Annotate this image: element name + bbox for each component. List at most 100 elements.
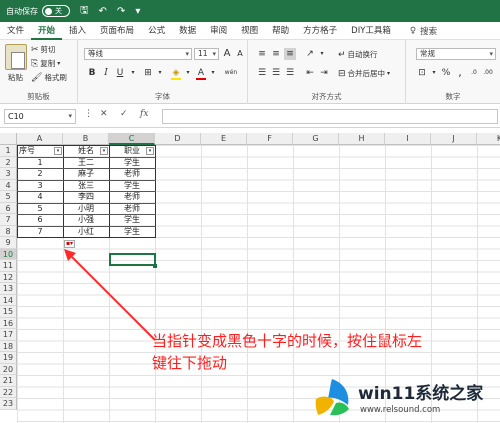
italic-button[interactable]: I bbox=[100, 67, 112, 79]
row-header-2[interactable]: 2 bbox=[0, 156, 17, 168]
increase-font-button[interactable]: A bbox=[221, 48, 233, 60]
column-header-b[interactable]: B bbox=[63, 133, 109, 145]
autosave-toggle[interactable]: 关 bbox=[42, 5, 70, 17]
tab-formulas[interactable]: 公式 bbox=[141, 22, 172, 40]
copy-button[interactable]: ⎘ 复制 ▾ bbox=[31, 58, 60, 69]
name-box[interactable]: C10 ▾ bbox=[4, 109, 76, 124]
row-header-15[interactable]: 15 bbox=[0, 306, 17, 318]
save-icon[interactable]: 🖫 bbox=[80, 3, 89, 20]
row-header-6[interactable]: 6 bbox=[0, 202, 17, 214]
paste-button[interactable]: 粘贴 bbox=[8, 72, 23, 83]
tab-review[interactable]: 审阅 bbox=[203, 22, 234, 40]
wrap-text-button[interactable]: ↵ 自动换行 bbox=[338, 49, 378, 60]
row-header-16[interactable]: 16 bbox=[0, 317, 17, 329]
row-header-20[interactable]: 20 bbox=[0, 363, 17, 375]
column-header-j[interactable]: J bbox=[431, 133, 477, 145]
undo-icon[interactable]: ↶ bbox=[99, 6, 107, 17]
column-header-a[interactable]: A bbox=[17, 133, 63, 145]
row-header-3[interactable]: 3 bbox=[0, 168, 17, 180]
format-painter-button[interactable]: 🖌 格式刷 bbox=[31, 72, 67, 83]
align-middle-button[interactable]: ≡ bbox=[270, 48, 282, 60]
column-header-h[interactable]: H bbox=[339, 133, 385, 145]
orientation-button[interactable]: ↗ bbox=[304, 48, 316, 60]
row-header-11[interactable]: 11 bbox=[0, 260, 17, 272]
paste-icon[interactable] bbox=[5, 44, 27, 70]
row-header-18[interactable]: 18 bbox=[0, 340, 17, 352]
underline-dropdown[interactable]: ▾ bbox=[127, 67, 139, 79]
row-header-1[interactable]: 1 bbox=[0, 145, 17, 157]
row-header-9[interactable]: 9 bbox=[0, 237, 17, 249]
row-header-14[interactable]: 14 bbox=[0, 294, 17, 306]
cut-button[interactable]: ✂ 剪切 bbox=[31, 44, 56, 55]
enter-icon[interactable]: ✓ bbox=[120, 109, 128, 119]
row-header-8[interactable]: 8 bbox=[0, 225, 17, 237]
column-header-g[interactable]: G bbox=[293, 133, 339, 145]
phonetic-button[interactable]: wén bbox=[222, 67, 240, 79]
row-header-5[interactable]: 5 bbox=[0, 191, 17, 203]
accounting-dropdown[interactable]: ▾ bbox=[428, 67, 440, 79]
align-top-button[interactable]: ≡ bbox=[256, 48, 268, 60]
increase-indent-button[interactable]: ⇥ bbox=[318, 67, 330, 79]
tell-me-search[interactable]: ♀ 搜索 bbox=[410, 25, 437, 37]
tab-fangfang[interactable]: 方方格子 bbox=[296, 22, 344, 40]
bold-button[interactable]: B bbox=[86, 67, 98, 79]
formula-input[interactable] bbox=[162, 109, 498, 124]
font-size-dropdown[interactable]: 11 ▾ bbox=[194, 48, 219, 60]
row-header-4[interactable]: 4 bbox=[0, 179, 17, 191]
tab-data[interactable]: 数据 bbox=[172, 22, 203, 40]
row-header-23[interactable]: 23 bbox=[0, 398, 17, 410]
font-name-dropdown[interactable]: 等线 ▾ bbox=[84, 48, 192, 60]
redo-icon[interactable]: ↷ bbox=[117, 6, 125, 17]
decrease-font-button[interactable]: A bbox=[234, 48, 246, 60]
tab-home[interactable]: 开始 bbox=[31, 22, 63, 40]
tab-file[interactable]: 文件 bbox=[0, 22, 31, 40]
align-center-button[interactable]: ☰ bbox=[270, 67, 282, 79]
decrease-decimal-button[interactable]: .00 bbox=[482, 67, 494, 79]
tab-diy-toolbox[interactable]: DIY工具箱 bbox=[344, 22, 398, 40]
fill-color-dropdown[interactable]: ▾ bbox=[182, 67, 194, 79]
quick-access-dropdown-icon[interactable]: ▾ bbox=[135, 6, 140, 17]
tab-help[interactable]: 帮助 bbox=[265, 22, 296, 40]
percent-button[interactable]: % bbox=[440, 67, 452, 79]
column-header-f[interactable]: F bbox=[247, 133, 293, 145]
font-name-value: 等线 bbox=[88, 49, 103, 58]
row-header-22[interactable]: 22 bbox=[0, 386, 17, 398]
row-header-12[interactable]: 12 bbox=[0, 271, 17, 283]
tab-page-layout[interactable]: 页面布局 bbox=[93, 22, 141, 40]
column-header-e[interactable]: E bbox=[201, 133, 247, 145]
number-format-dropdown[interactable]: 常规 ▾ bbox=[416, 48, 496, 60]
align-left-button[interactable]: ☰ bbox=[256, 67, 268, 79]
decrease-indent-button[interactable]: ⇤ bbox=[304, 67, 316, 79]
orientation-dropdown[interactable]: ▾ bbox=[316, 48, 328, 60]
decrease-decimal-icon: .00 bbox=[483, 69, 493, 76]
row-header-19[interactable]: 19 bbox=[0, 352, 17, 364]
accounting-format-button[interactable]: ⊡ bbox=[416, 67, 428, 79]
column-header-c[interactable]: C bbox=[109, 133, 155, 145]
font-color-dropdown[interactable]: ▾ bbox=[207, 67, 219, 79]
filter-dropdown-a[interactable]: ▾ bbox=[54, 147, 62, 155]
align-right-button[interactable]: ☰ bbox=[284, 67, 296, 79]
row-header-7[interactable]: 7 bbox=[0, 214, 17, 226]
font-color-swatch bbox=[196, 78, 206, 80]
tab-view[interactable]: 视图 bbox=[234, 22, 265, 40]
increase-decimal-button[interactable]: .0 bbox=[468, 67, 480, 79]
column-header-k[interactable]: K bbox=[477, 133, 500, 145]
row-header-21[interactable]: 21 bbox=[0, 375, 17, 387]
insert-function-icon[interactable]: fx bbox=[140, 109, 148, 119]
underline-button[interactable]: U bbox=[114, 67, 126, 79]
row-header-17[interactable]: 17 bbox=[0, 329, 17, 341]
cancel-icon[interactable]: ✕ bbox=[100, 109, 108, 119]
column-header-d[interactable]: D bbox=[155, 133, 201, 145]
row-header-13[interactable]: 13 bbox=[0, 283, 17, 295]
row-header-10[interactable]: 10 bbox=[0, 248, 17, 260]
borders-button[interactable]: ⊞ bbox=[142, 67, 154, 79]
tab-insert[interactable]: 插入 bbox=[62, 22, 93, 40]
filter-dropdown-c[interactable]: ▾ bbox=[146, 147, 154, 155]
column-header-i[interactable]: I bbox=[385, 133, 431, 145]
align-bottom-button[interactable]: ≡ bbox=[284, 48, 296, 60]
borders-dropdown[interactable]: ▾ bbox=[154, 67, 166, 79]
filter-dropdown-b[interactable]: ▾ bbox=[100, 147, 108, 155]
select-all-corner[interactable] bbox=[0, 133, 17, 145]
comma-style-button[interactable]: , bbox=[454, 67, 466, 79]
merge-center-button[interactable]: ⊟ 合并后居中 ▾ bbox=[338, 68, 390, 79]
